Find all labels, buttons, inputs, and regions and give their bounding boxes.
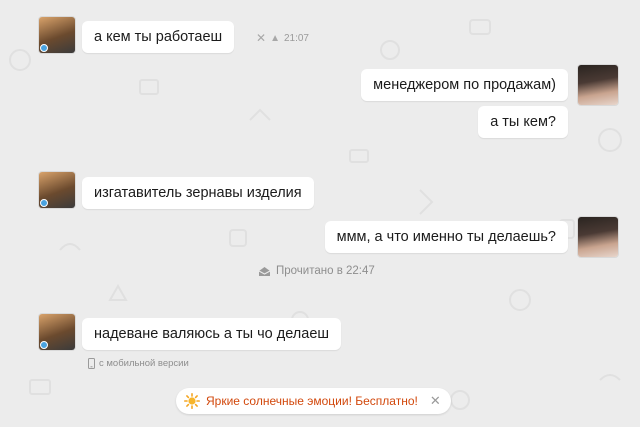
avatar-male[interactable] bbox=[39, 314, 75, 350]
avatar-female[interactable] bbox=[578, 217, 618, 257]
message-outgoing: менеджером по продажам) bbox=[361, 69, 568, 101]
close-icon[interactable]: ✕ bbox=[256, 31, 266, 45]
message-text: а ты кем? bbox=[490, 114, 556, 130]
read-receipt: Прочитано в 22:47 bbox=[258, 265, 375, 277]
message-text: надеване валяюсь а ты чо делаеш bbox=[94, 326, 330, 342]
message-incoming: а кем ты работаеш bbox=[82, 21, 235, 53]
online-indicator bbox=[40, 44, 48, 52]
mobile-version-text: с мобильной версии bbox=[99, 358, 189, 369]
envelope-read-icon bbox=[258, 266, 271, 276]
message-incoming: надеване валяюсь а ты чо делаеш bbox=[82, 318, 342, 350]
close-icon[interactable]: ✕ bbox=[430, 388, 441, 414]
promo-text: Яркие солнечные эмоции! Бесплатно! bbox=[206, 394, 418, 408]
avatar-male[interactable] bbox=[39, 17, 75, 53]
message-time: 21:07 bbox=[283, 32, 309, 44]
message-text: ммм, а что именно ты делаешь? bbox=[336, 229, 556, 245]
mobile-version-note: с мобильной версии bbox=[88, 358, 189, 369]
message-text: менеджером по продажам) bbox=[373, 77, 556, 93]
avatar-female[interactable] bbox=[578, 65, 618, 105]
message-text: а кем ты работаеш bbox=[94, 29, 223, 45]
phone-icon bbox=[88, 358, 95, 369]
promo-banner[interactable]: Яркие солнечные эмоции! Бесплатно! ✕ bbox=[176, 388, 451, 414]
message-meta: ✕ ▲ 21:07 bbox=[256, 31, 309, 45]
avatar-male[interactable] bbox=[39, 172, 75, 208]
message-outgoing: а ты кем? bbox=[478, 106, 568, 138]
message-text: изгатавитель зернавы изделия bbox=[94, 185, 302, 201]
online-indicator bbox=[40, 199, 48, 207]
online-indicator bbox=[40, 341, 48, 349]
warning-icon[interactable]: ▲ bbox=[270, 33, 280, 44]
read-receipt-text: Прочитано в 22:47 bbox=[276, 265, 375, 277]
message-incoming: изгатавитель зернавы изделия bbox=[82, 177, 314, 209]
sun-icon bbox=[184, 393, 200, 409]
message-outgoing: ммм, а что именно ты делаешь? bbox=[324, 221, 568, 253]
